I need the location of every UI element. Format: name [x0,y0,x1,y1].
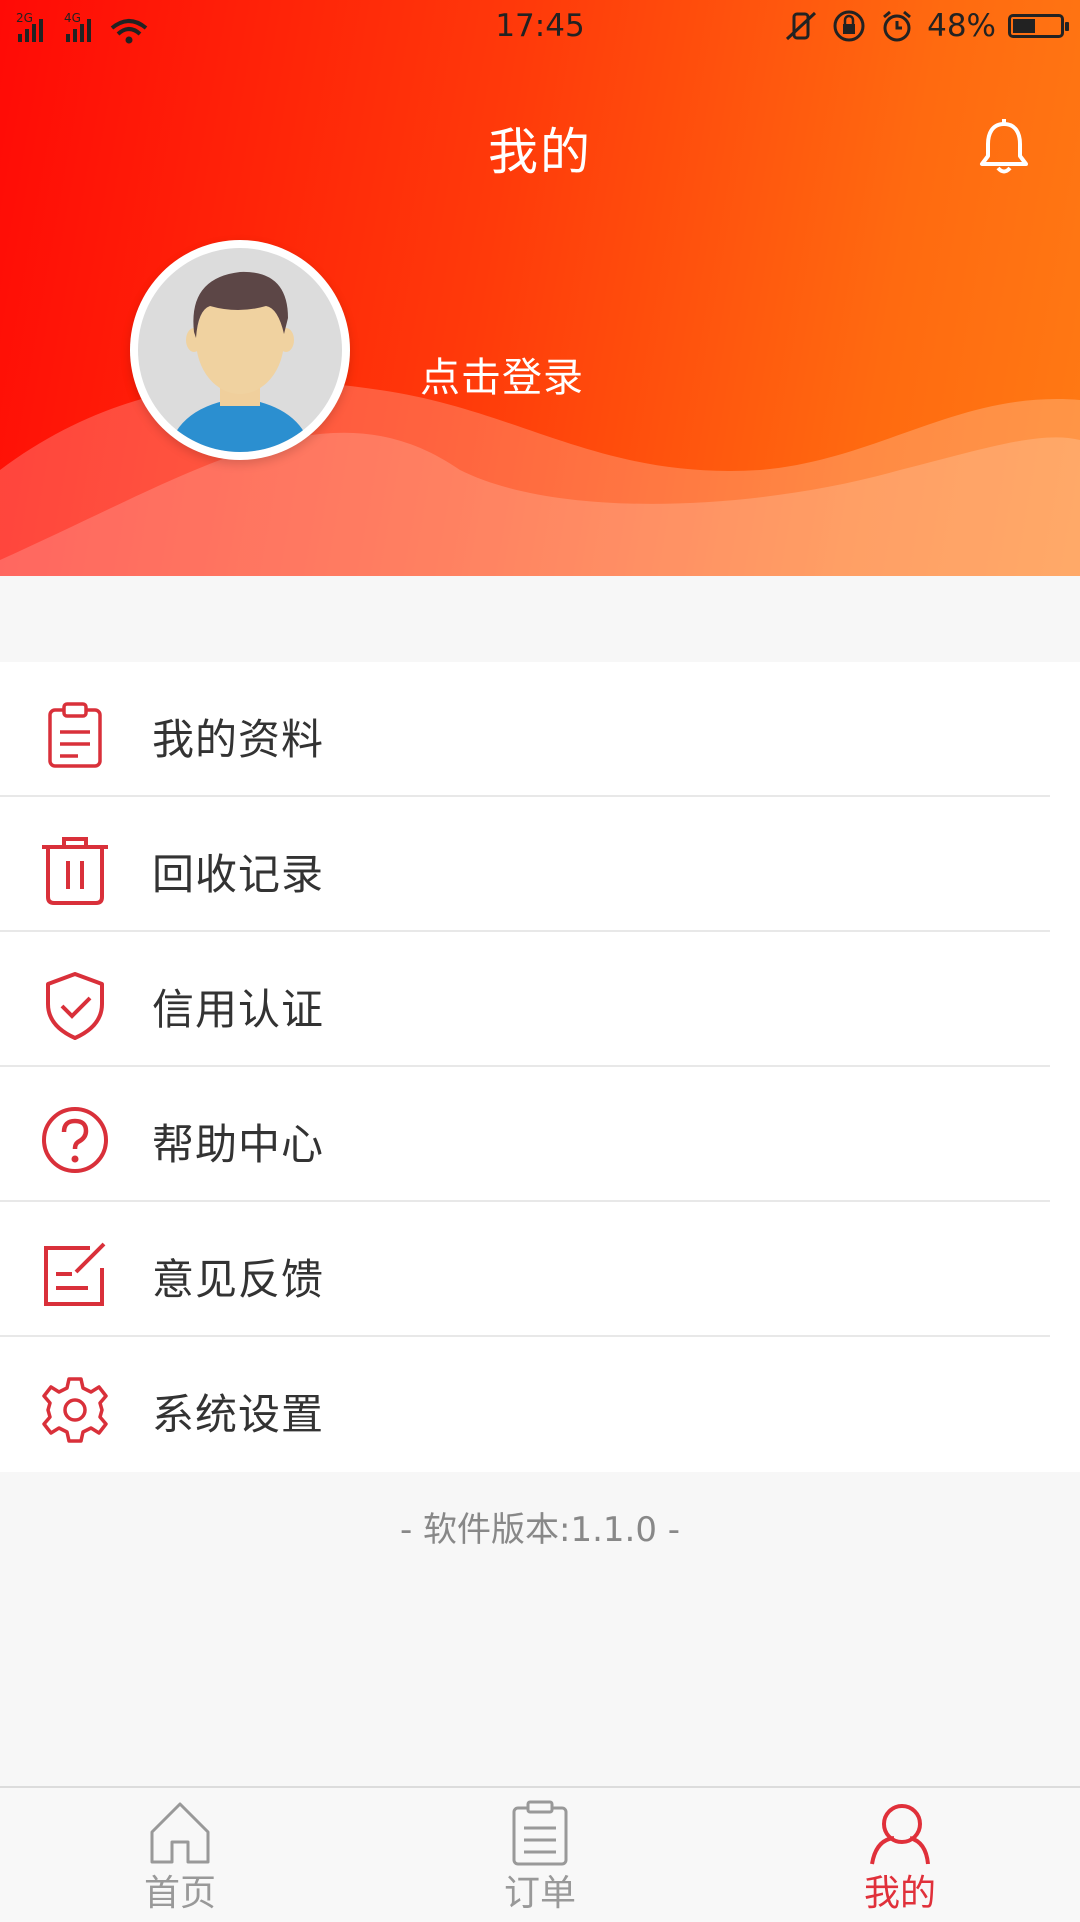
menu-item-label: 意见反馈 [152,1255,325,1304]
gear-icon [42,1377,108,1443]
battery-icon [1008,14,1069,38]
menu-item-help-center[interactable]: 帮助中心 [0,1067,1080,1202]
menu-item-label: 我的资料 [152,715,325,764]
menu-item-label: 帮助中心 [152,1120,325,1169]
menu-item-system-settings[interactable]: 系统设置 [0,1337,1080,1472]
vibrate-off-icon [786,11,817,41]
status-bar: 2G 4G 17:45 48% [0,0,1080,56]
trash-icon [42,837,108,905]
alarm-icon [883,10,912,42]
profile-icon [870,1804,930,1865]
tab-label: 订单 [503,1873,576,1914]
clipboard-icon [48,702,102,768]
profile-header: 2G 4G 17:45 48% 我的 点击登录 [0,0,1080,576]
tab-orders[interactable]: 订单 [440,1788,640,1922]
tab-home[interactable]: 首页 [80,1788,280,1922]
avatar[interactable] [130,240,350,460]
tab-mine[interactable]: 我的 [800,1788,1000,1922]
bottom-tab-bar: 首页 订单 我的 [0,1786,1080,1922]
menu-item-my-profile[interactable]: 我的资料 [0,662,1080,797]
default-avatar-icon [138,248,342,452]
menu-item-recycle-records[interactable]: 回收记录 [0,797,1080,932]
menu-item-label: 信用认证 [152,985,325,1034]
tab-label: 首页 [143,1873,216,1914]
menu-item-label: 系统设置 [152,1390,325,1439]
rotation-lock-icon [833,10,865,42]
tab-label: 我的 [863,1873,936,1914]
battery-percent: 48% [927,8,996,44]
status-right: 48% [783,8,1069,44]
menu-item-label: 回收记录 [152,850,325,899]
login-prompt[interactable]: 点击登录 [420,345,584,403]
feedback-edit-icon [44,1242,106,1306]
home-icon [150,1802,210,1864]
menu-list: 我的资料 回收记录 信用认证 帮助中心 意见反馈 系统设置 [0,662,1080,1472]
battery-level [1013,19,1035,33]
bell-icon[interactable] [978,118,1030,176]
order-list-icon [512,1800,568,1866]
shield-check-icon [46,972,104,1040]
menu-item-feedback[interactable]: 意见反馈 [0,1202,1080,1337]
version-text: - 软件版本:1.1.0 - [399,1510,681,1550]
menu-item-credit-verification[interactable]: 信用认证 [0,932,1080,1067]
page-title: 我的 [488,123,592,181]
help-circle-icon [42,1107,108,1173]
